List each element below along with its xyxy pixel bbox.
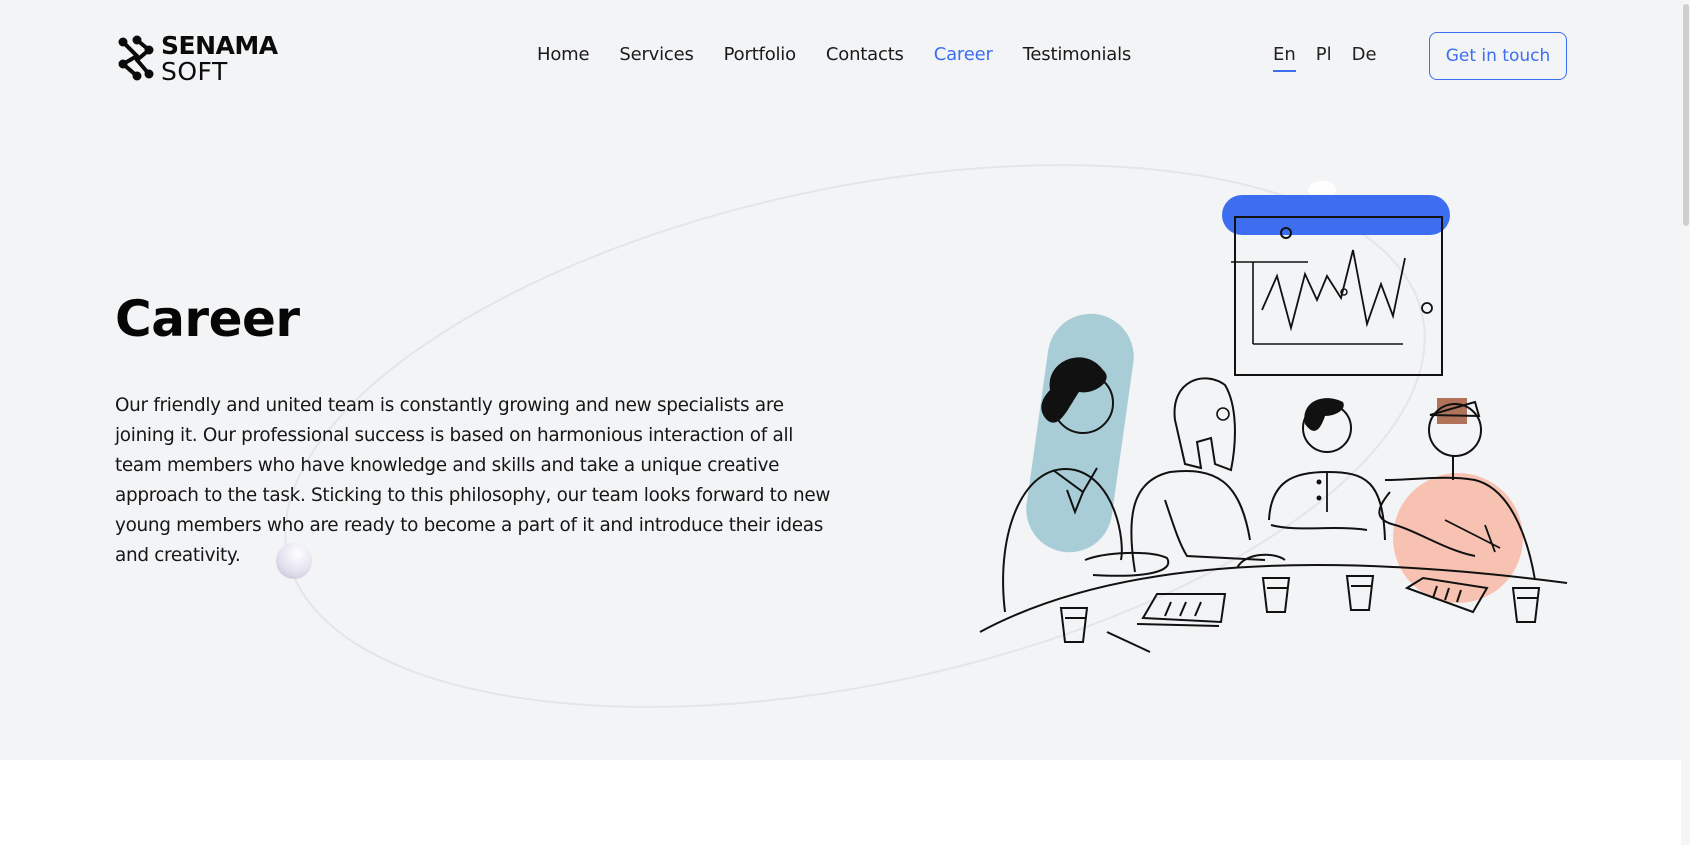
lang-de[interactable]: De: [1352, 44, 1377, 72]
brand-name-top: SENAMA: [161, 30, 278, 60]
nav-item-portfolio[interactable]: Portfolio: [724, 44, 796, 65]
nav-item-testimonials[interactable]: Testimonials: [1023, 44, 1132, 65]
nav-item-home[interactable]: Home: [537, 44, 590, 65]
senama-logo-icon: [118, 35, 154, 81]
scrollbar-thumb[interactable]: [1683, 4, 1689, 226]
page: SENAMA SOFT Home Services Portfolio Cont…: [0, 0, 1690, 845]
lang-pl[interactable]: Pl: [1316, 44, 1332, 72]
nav-item-career[interactable]: Career: [934, 44, 993, 65]
lang-en[interactable]: En: [1273, 44, 1296, 72]
nav-item-contacts[interactable]: Contacts: [826, 44, 904, 65]
brand-name-bottom: SOFT: [161, 56, 228, 86]
language-switcher: En Pl De: [1273, 44, 1397, 72]
site-header: SENAMA SOFT Home Services Portfolio Cont…: [0, 0, 1690, 114]
nav-item-services[interactable]: Services: [619, 44, 694, 65]
get-in-touch-button[interactable]: Get in touch: [1429, 32, 1567, 80]
career-description: Our friendly and united team is constant…: [115, 395, 831, 566]
brand-wordmark: SENAMA SOFT: [161, 33, 278, 84]
brand-logo[interactable]: SENAMA SOFT: [115, 32, 285, 84]
hero-section: SENAMA SOFT Home Services Portfolio Cont…: [0, 0, 1690, 760]
page-title: Career: [115, 290, 300, 348]
team-meeting-illustration-icon: [979, 195, 1568, 653]
main-nav: Home Services Portfolio Contacts Career …: [537, 44, 1161, 65]
